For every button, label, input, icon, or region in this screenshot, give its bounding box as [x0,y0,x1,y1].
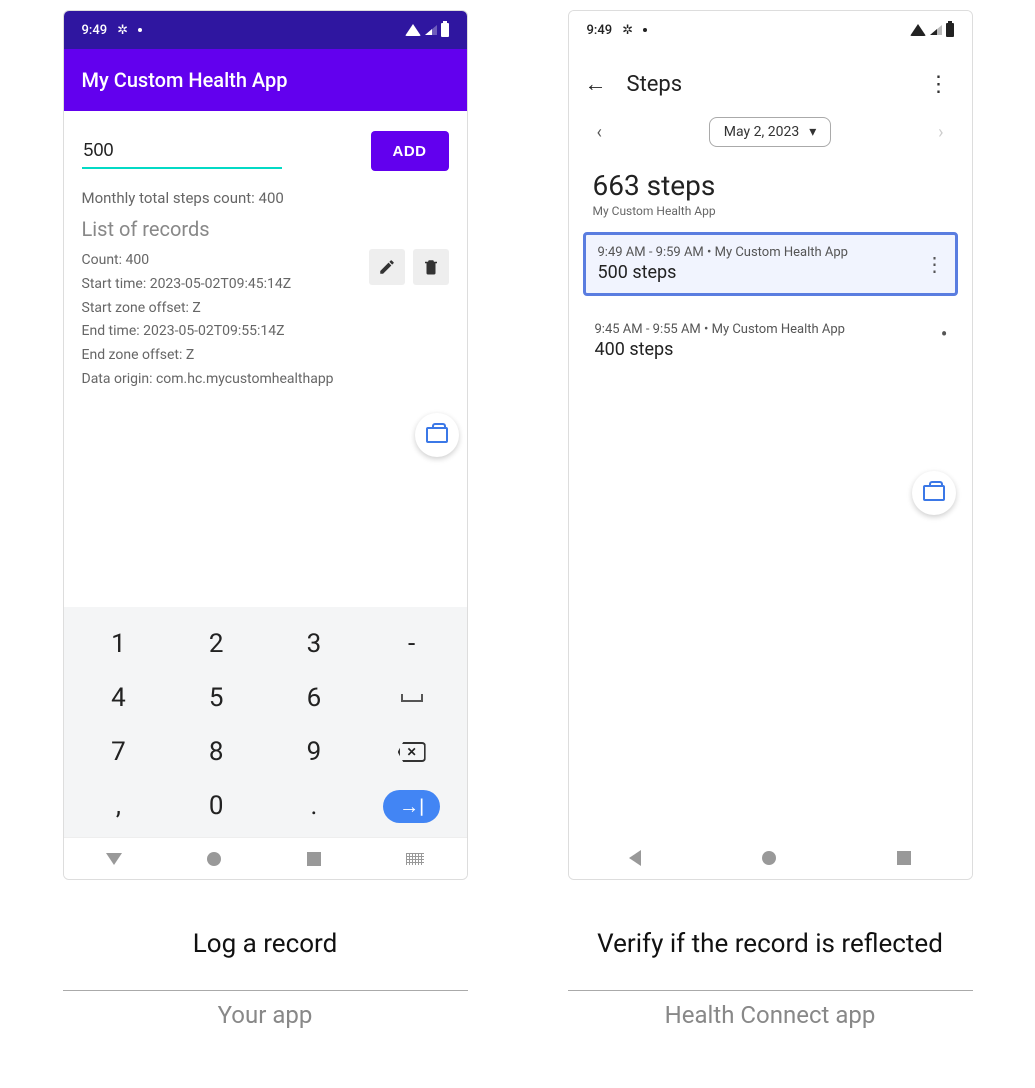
record-start: Start time: 2023-05-02T09:45:14Z [82,273,369,297]
back-arrow-icon[interactable]: ← [585,71,607,97]
backspace-icon: ✕ [398,742,426,762]
status-bar-right: 9:49 ✲ [569,11,972,49]
status-time: 9:49 [82,23,108,38]
record-end: End time: 2023-05-02T09:55:14Z [82,320,369,344]
record-end-zone: End zone offset: Z [82,344,369,368]
nav-home-icon[interactable] [762,851,776,865]
total-source: My Custom Health App [593,204,948,218]
space-icon [401,694,423,702]
hc-header: ← Steps ⋮ [569,49,972,105]
key-7[interactable]: 7 [70,725,168,779]
battery-icon [441,23,449,37]
date-next-button[interactable]: › [930,118,951,147]
briefcase-icon [923,485,945,501]
divider [63,990,468,991]
steps-entry-highlighted[interactable]: 9:49 AM - 9:59 AM • My Custom Health App… [583,232,958,296]
blank-area [569,378,972,837]
key-9[interactable]: 9 [265,725,363,779]
entry-menu-icon[interactable]: ⋮ [925,252,945,276]
key-enter[interactable]: →| [363,779,461,833]
edit-button[interactable] [369,249,405,285]
entry-value: 400 steps [595,339,845,360]
left-phone: 9:49 ✲ My Custom Health App [63,10,468,880]
right-column: 9:49 ✲ ← Steps ⋮ ‹ May 2, 2023 [568,10,973,1029]
key-2[interactable]: 2 [167,617,265,671]
hide-keyboard-icon[interactable] [406,853,424,865]
status-time: 9:49 [587,23,613,38]
key-dot[interactable]: . [265,779,363,833]
key-comma[interactable]: , [70,779,168,833]
pencil-icon [378,258,396,276]
nav-recents-icon[interactable] [897,851,911,865]
left-caption-1: Log a record [193,908,338,982]
list-heading: List of records [82,217,449,241]
key-minus[interactable]: - [363,617,461,671]
wifi-icon [910,24,926,36]
nav-bar-right [569,837,972,879]
dnd-icon: ✲ [622,23,633,38]
total-steps: 663 steps [593,169,948,202]
nav-home-icon[interactable] [207,852,221,866]
left-column: 9:49 ✲ My Custom Health App [63,10,468,1029]
key-backspace[interactable]: ✕ [363,725,461,779]
nav-bar-left [64,837,467,879]
wifi-icon [405,24,421,36]
divider [568,990,973,991]
app-title: My Custom Health App [82,68,288,92]
add-button[interactable]: ADD [371,131,449,171]
date-prev-button[interactable]: ‹ [589,118,610,147]
chevron-down-icon: ▾ [809,124,816,140]
left-caption-2: Your app [218,1001,313,1029]
key-1[interactable]: 1 [70,617,168,671]
date-picker[interactable]: May 2, 2023 ▾ [709,117,831,147]
status-dot-icon [138,28,142,32]
key-3[interactable]: 3 [265,617,363,671]
right-caption-1: Verify if the record is reflected [597,908,943,982]
delete-button[interactable] [413,249,449,285]
hc-summary: 663 steps My Custom Health App [569,159,972,224]
steps-input[interactable] [82,134,282,169]
status-bar-left: 9:49 ✲ [64,11,467,49]
app-content: ADD Monthly total steps count: 400 List … [64,111,467,441]
dnd-icon: ✲ [117,23,128,38]
app-bar: My Custom Health App [64,49,467,111]
record-start-zone: Start zone offset: Z [82,297,369,321]
key-6[interactable]: 6 [265,671,363,725]
right-phone: 9:49 ✲ ← Steps ⋮ ‹ May 2, 2023 [568,10,973,880]
monthly-summary: Monthly total steps count: 400 [82,189,449,207]
nav-back-icon[interactable] [629,850,641,866]
key-8[interactable]: 8 [167,725,265,779]
right-caption-2: Health Connect app [665,1001,876,1029]
signal-icon [425,25,437,35]
key-4[interactable]: 4 [70,671,168,725]
record-count: Count: 400 [82,249,369,273]
hc-title: Steps [627,72,683,97]
key-0[interactable]: 0 [167,779,265,833]
trash-icon [422,258,440,276]
toolbox-fab[interactable] [415,413,459,457]
entry-meta: 9:45 AM - 9:55 AM • My Custom Health App [595,322,845,337]
nav-back-icon[interactable] [106,853,122,865]
key-space[interactable] [363,671,461,725]
entry-menu-icon[interactable]: • [941,322,948,346]
toolbox-fab[interactable] [912,471,956,515]
briefcase-icon [426,427,448,443]
entry-value: 500 steps [598,262,848,283]
status-dot-icon [643,28,647,32]
blank-area [64,441,467,607]
date-nav: ‹ May 2, 2023 ▾ › [569,105,972,159]
signal-icon [930,25,942,35]
battery-icon [946,23,954,37]
record-details: Count: 400 Start time: 2023-05-02T09:45:… [82,249,369,392]
steps-entry[interactable]: 9:45 AM - 9:55 AM • My Custom Health App… [583,312,958,370]
nav-recents-icon[interactable] [307,852,321,866]
numeric-keyboard: 1 2 3 - 4 5 6 7 8 9 ✕ , [64,607,467,837]
enter-icon: →| [383,790,440,823]
key-5[interactable]: 5 [167,671,265,725]
entry-meta: 9:49 AM - 9:59 AM • My Custom Health App [598,245,848,260]
date-label: May 2, 2023 [724,124,799,140]
overflow-menu-icon[interactable]: ⋮ [922,72,956,97]
record-origin: Data origin: com.hc.mycustomhealthapp [82,368,369,392]
